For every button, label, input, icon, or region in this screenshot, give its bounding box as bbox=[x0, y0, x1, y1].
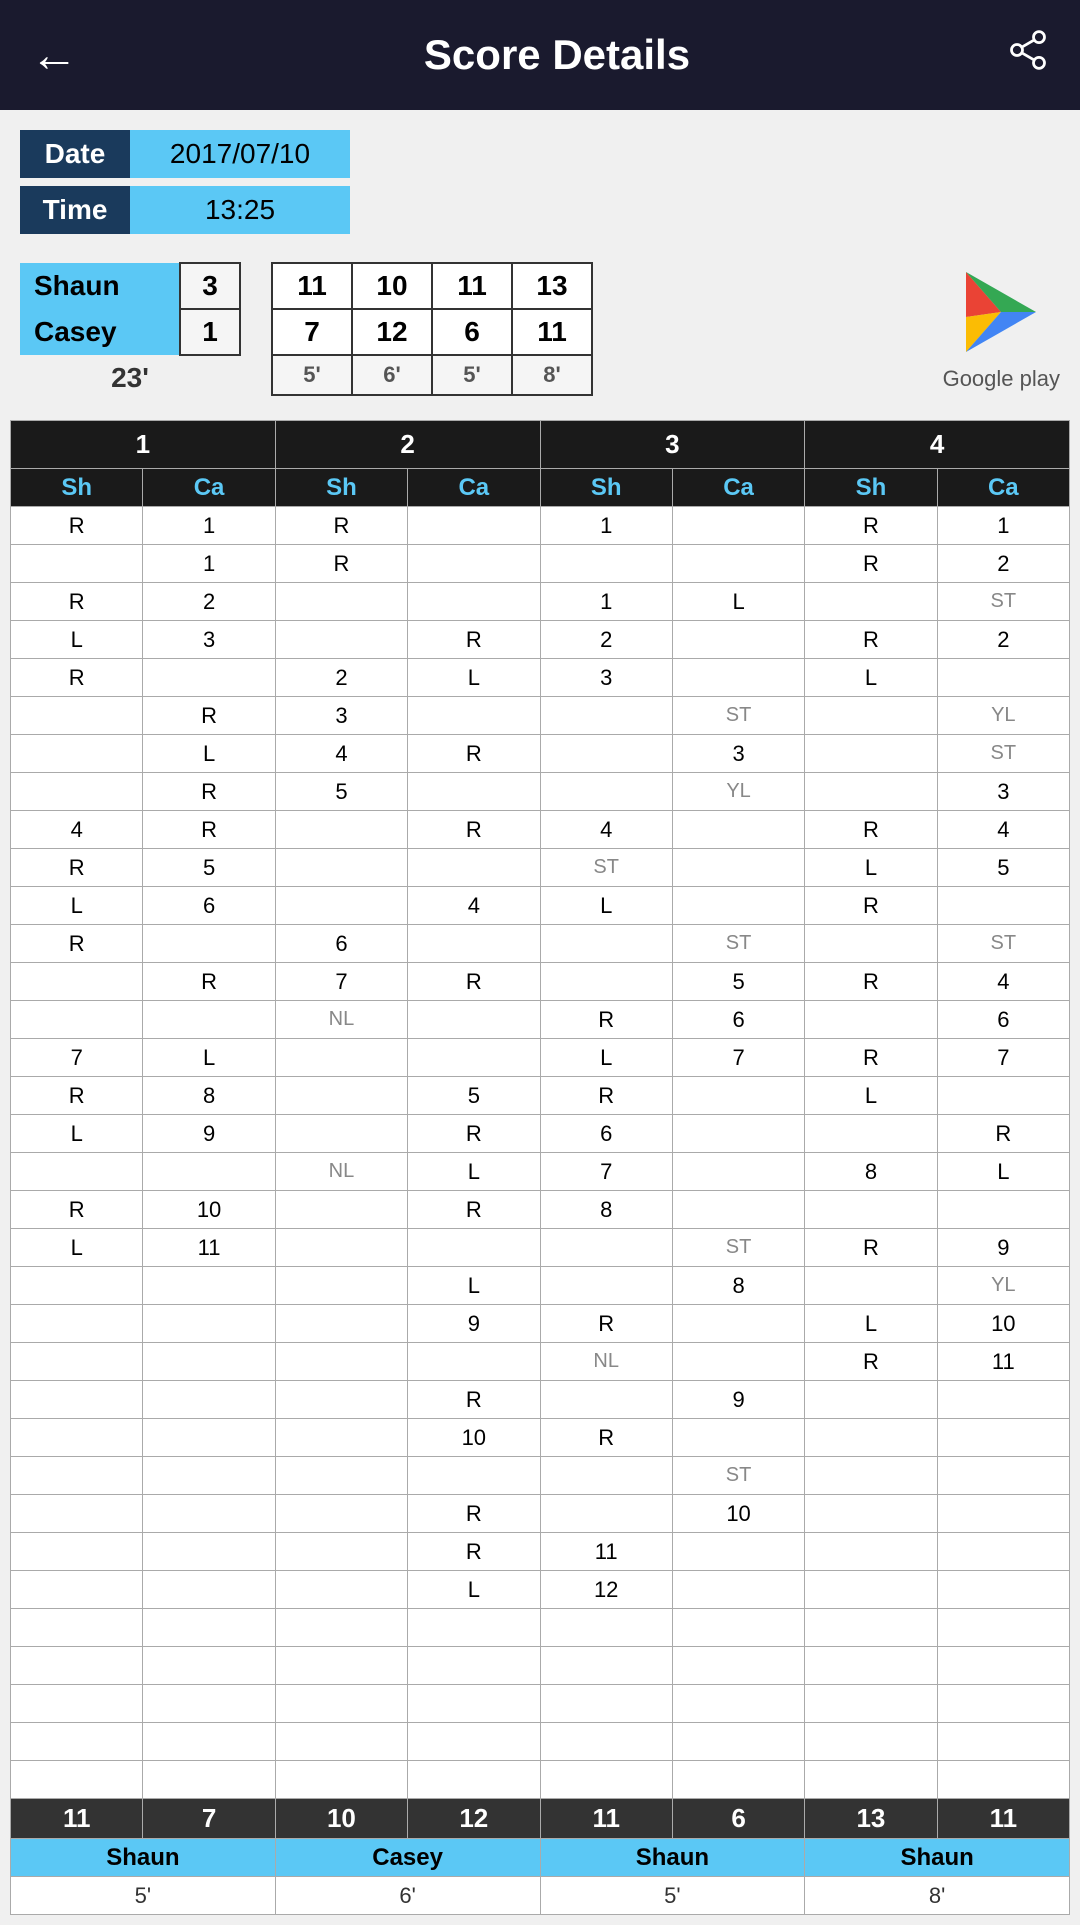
duration-row: 23' bbox=[20, 355, 240, 400]
time-row: Time 13:25 bbox=[20, 186, 1060, 234]
set3-ca: Ca bbox=[672, 469, 804, 507]
table-row: R3STYL bbox=[11, 697, 1070, 735]
totals-row: 11710121161311 bbox=[11, 1799, 1070, 1839]
time-label: Time bbox=[20, 186, 130, 234]
table-row bbox=[11, 1723, 1070, 1761]
set3-header: 3 bbox=[540, 421, 805, 469]
table-row: R10 bbox=[11, 1495, 1070, 1533]
table-row: R7R5R4 bbox=[11, 963, 1070, 1001]
table-row: 9RL10 bbox=[11, 1305, 1070, 1343]
google-play-label: Google play bbox=[943, 366, 1060, 392]
set2-ca: Ca bbox=[408, 469, 540, 507]
datetime-section: Date 2017/07/10 Time 13:25 bbox=[0, 110, 1080, 252]
set2-header: 2 bbox=[275, 421, 540, 469]
player1-name: Shaun bbox=[20, 263, 180, 309]
match-duration: 23' bbox=[20, 355, 240, 400]
share-icon[interactable] bbox=[1006, 28, 1050, 82]
table-row: 10R bbox=[11, 1419, 1070, 1457]
table-row: R1R1R1 bbox=[11, 507, 1070, 545]
set3-sh: Sh bbox=[540, 469, 672, 507]
table-row: L4R3ST bbox=[11, 735, 1070, 773]
table-row: NLR66 bbox=[11, 1001, 1070, 1039]
table-row: L8YL bbox=[11, 1267, 1070, 1305]
table-row: L11STR9 bbox=[11, 1229, 1070, 1267]
google-play-icon bbox=[951, 262, 1051, 362]
table-row: L12 bbox=[11, 1571, 1070, 1609]
date-value: 2017/07/10 bbox=[130, 130, 350, 178]
table-row: L64LR bbox=[11, 887, 1070, 925]
table-row: R5YL3 bbox=[11, 773, 1070, 811]
set1-header: 1 bbox=[11, 421, 276, 469]
table-row: 7LL7R7 bbox=[11, 1039, 1070, 1077]
set-header-row: 1 2 3 4 bbox=[11, 421, 1070, 469]
table-row: R2L3L bbox=[11, 659, 1070, 697]
set-scores-table: 111011137126115'6'5'8' bbox=[271, 262, 593, 396]
app-header: ← Score Details bbox=[0, 0, 1080, 110]
table-row: R10R8 bbox=[11, 1191, 1070, 1229]
date-row: Date 2017/07/10 bbox=[20, 130, 1060, 178]
table-row: R9 bbox=[11, 1381, 1070, 1419]
table-row: NLL78L bbox=[11, 1153, 1070, 1191]
set4-sh: Sh bbox=[805, 469, 937, 507]
winner-row: ShaunCaseyShaunShaun bbox=[11, 1839, 1070, 1877]
table-row bbox=[11, 1647, 1070, 1685]
score-section: Shaun 3 Casey 1 23' 111011137126115'6'5'… bbox=[0, 252, 1080, 410]
footer-duration-row: 5'6'5'8' bbox=[11, 1877, 1070, 1915]
table-row: R11 bbox=[11, 1533, 1070, 1571]
table-row: R21LST bbox=[11, 583, 1070, 621]
table-row: NLR11 bbox=[11, 1343, 1070, 1381]
table-row: R85RL bbox=[11, 1077, 1070, 1115]
table-row: R5STL5 bbox=[11, 849, 1070, 887]
set4-header: 4 bbox=[805, 421, 1070, 469]
player1-row: Shaun 3 bbox=[20, 263, 240, 309]
set4-ca: Ca bbox=[937, 469, 1069, 507]
player2-row: Casey 1 bbox=[20, 309, 240, 355]
players-table: Shaun 3 Casey 1 23' bbox=[20, 262, 241, 400]
table-row: L9R6R bbox=[11, 1115, 1070, 1153]
set1-sh: Sh bbox=[11, 469, 143, 507]
date-label: Date bbox=[20, 130, 130, 178]
player2-name: Casey bbox=[20, 309, 180, 355]
set1-ca: Ca bbox=[143, 469, 275, 507]
table-row bbox=[11, 1609, 1070, 1647]
table-row: R6STST bbox=[11, 925, 1070, 963]
table-row: ST bbox=[11, 1457, 1070, 1495]
table-row bbox=[11, 1685, 1070, 1723]
table-row: L3R2R2 bbox=[11, 621, 1070, 659]
player1-score: 3 bbox=[180, 263, 240, 309]
table-row: 4RR4R4 bbox=[11, 811, 1070, 849]
back-button[interactable]: ← bbox=[30, 28, 78, 83]
time-value: 13:25 bbox=[130, 186, 350, 234]
detail-table: 1 2 3 4 Sh Ca Sh Ca Sh Ca Sh Ca R1R1R11R… bbox=[10, 420, 1070, 1915]
google-play-area: Google play bbox=[943, 262, 1060, 392]
table-row: 1RR2 bbox=[11, 545, 1070, 583]
page-title: Score Details bbox=[108, 31, 1006, 79]
player2-score: 1 bbox=[180, 309, 240, 355]
table-row bbox=[11, 1761, 1070, 1799]
player-subheader-row: Sh Ca Sh Ca Sh Ca Sh Ca bbox=[11, 469, 1070, 507]
set2-sh: Sh bbox=[275, 469, 407, 507]
detail-table-wrapper: 1 2 3 4 Sh Ca Sh Ca Sh Ca Sh Ca R1R1R11R… bbox=[0, 410, 1080, 1925]
